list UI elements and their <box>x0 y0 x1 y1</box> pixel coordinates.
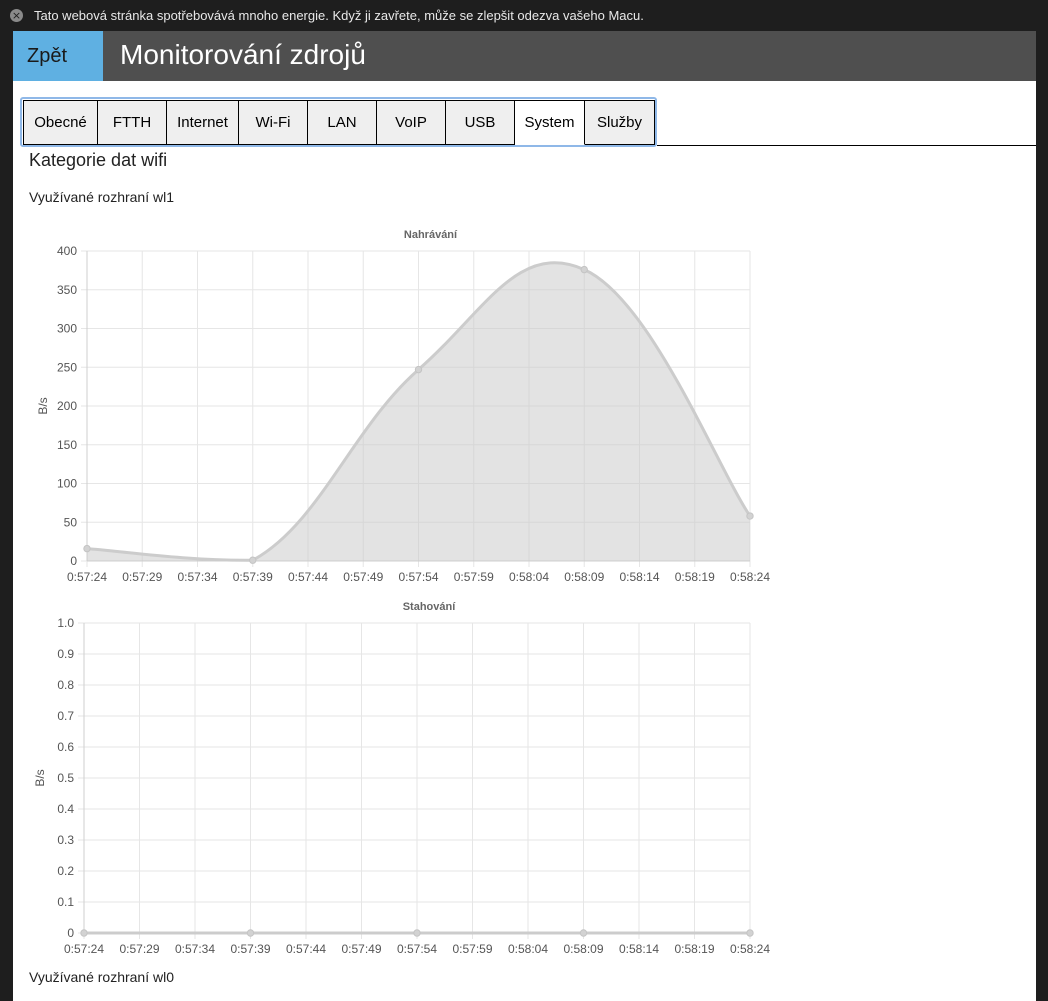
y-tick-label: 0 <box>70 554 77 568</box>
x-tick-label: 0:57:39 <box>230 942 270 956</box>
data-point <box>80 929 88 937</box>
y-axis-label: B/s <box>33 769 47 786</box>
section-title: Kategorie dat wifi <box>29 150 168 170</box>
x-tick-label: 0:57:44 <box>286 942 326 956</box>
x-tick-label: 0:57:24 <box>67 570 107 584</box>
tabs-baseline <box>657 145 1036 146</box>
x-tick-label: 0:57:49 <box>343 570 383 584</box>
y-tick-label: 400 <box>57 244 77 258</box>
upload-chart: Nahrávání 0 50 100 150 200 250 300 350 400 0:57:24… <box>36 229 770 584</box>
x-tick-label: 0:57:34 <box>177 570 217 584</box>
y-tick-label: 0.9 <box>57 647 74 661</box>
x-tick-label: 0:57:44 <box>288 570 328 584</box>
x-tick-label: 0:58:04 <box>509 570 549 584</box>
y-tick-label: 0.5 <box>57 771 74 785</box>
tab-wifi[interactable]: Wi-Fi <box>239 100 308 145</box>
chart-title: Stahování <box>403 601 457 613</box>
y-tick-label: 0.1 <box>57 895 74 909</box>
y-tick-label: 0.7 <box>57 709 74 723</box>
y-tick-label: 200 <box>57 399 77 413</box>
data-point <box>249 556 257 564</box>
x-tick-label: 0:58:04 <box>508 942 548 956</box>
tab-bar: Obecné FTTH Internet Wi-Fi LAN VoIP USB … <box>23 100 655 145</box>
y-tick-label: 0.2 <box>57 864 74 878</box>
page-header: Zpět Monitorování zdrojů <box>13 31 1036 81</box>
data-point <box>746 512 754 520</box>
y-tick-label: 0 <box>67 926 74 940</box>
y-tick-label: 150 <box>57 438 77 452</box>
x-tick-label: 0:58:24 <box>730 570 770 584</box>
back-button[interactable]: Zpět <box>13 31 103 81</box>
y-tick-label: 0.6 <box>57 740 74 754</box>
y-tick-label: 250 <box>57 360 77 374</box>
y-tick-label: 100 <box>57 477 77 491</box>
x-tick-label: 0:57:29 <box>122 570 162 584</box>
data-point <box>83 544 91 553</box>
energy-notification-bar: × Tato webová stránka spotřebovává mnoho… <box>0 0 1048 31</box>
window-frame-right <box>1036 31 1048 1001</box>
x-tick-label: 0:58:14 <box>619 942 659 956</box>
data-point <box>413 929 421 937</box>
tab-system[interactable]: System <box>515 100 585 145</box>
x-tick-label: 0:58:19 <box>675 570 715 584</box>
y-tick-label: 0.4 <box>57 802 74 816</box>
tab-sluzby[interactable]: Služby <box>585 100 655 145</box>
interface-label-wl0: Využívané rozhraní wl0 <box>29 969 174 985</box>
data-point <box>579 929 588 937</box>
data-point <box>414 365 423 374</box>
x-tick-label: 0:57:59 <box>452 942 492 956</box>
page-title: Monitorování zdrojů <box>120 39 366 70</box>
y-tick-label: 1.0 <box>57 616 74 630</box>
tab-usb[interactable]: USB <box>446 100 515 145</box>
interface-label-wl1: Využívané rozhraní wl1 <box>29 189 174 205</box>
energy-notification-text: Tato webová stránka spotřebovává mnoho e… <box>34 8 644 23</box>
x-tick-label: 0:58:24 <box>730 942 770 956</box>
y-tick-label: 0.8 <box>57 678 74 692</box>
y-tick-label: 50 <box>64 515 78 529</box>
tab-voip[interactable]: VoIP <box>377 100 446 145</box>
x-tick-label: 0:57:34 <box>175 942 215 956</box>
x-tick-label: 0:57:59 <box>454 570 494 584</box>
y-tick-label: 350 <box>57 283 77 297</box>
x-tick-label: 0:58:14 <box>619 570 659 584</box>
tab-internet[interactable]: Internet <box>167 100 239 145</box>
y-tick-label: 300 <box>57 322 77 336</box>
data-point <box>246 929 255 937</box>
x-tick-label: 0:58:19 <box>674 942 714 956</box>
download-chart: Stahování 0 0.1 0.2 0.3 0.4 0.5 0.6 0.7 0.8 0.9 1.0… <box>33 601 770 956</box>
chart-title: Nahrávání <box>404 229 458 241</box>
y-tick-label: 0.3 <box>57 833 74 847</box>
tab-ftth[interactable]: FTTH <box>98 100 167 145</box>
y-axis-label: B/s <box>36 397 50 414</box>
tab-lan[interactable]: LAN <box>308 100 377 145</box>
close-circle-icon[interactable]: × <box>10 9 23 22</box>
x-tick-label: 0:57:54 <box>398 570 438 584</box>
x-tick-label: 0:57:49 <box>341 942 381 956</box>
x-tick-label: 0:57:39 <box>233 570 273 584</box>
x-tick-label: 0:57:29 <box>119 942 159 956</box>
x-tick-label: 0:57:24 <box>64 942 104 956</box>
data-point <box>746 929 754 937</box>
tab-obecne[interactable]: Obecné <box>23 100 98 145</box>
x-tick-label: 0:58:09 <box>564 570 604 584</box>
data-point <box>580 265 588 274</box>
x-tick-label: 0:58:09 <box>563 942 603 956</box>
x-tick-label: 0:57:54 <box>397 942 437 956</box>
